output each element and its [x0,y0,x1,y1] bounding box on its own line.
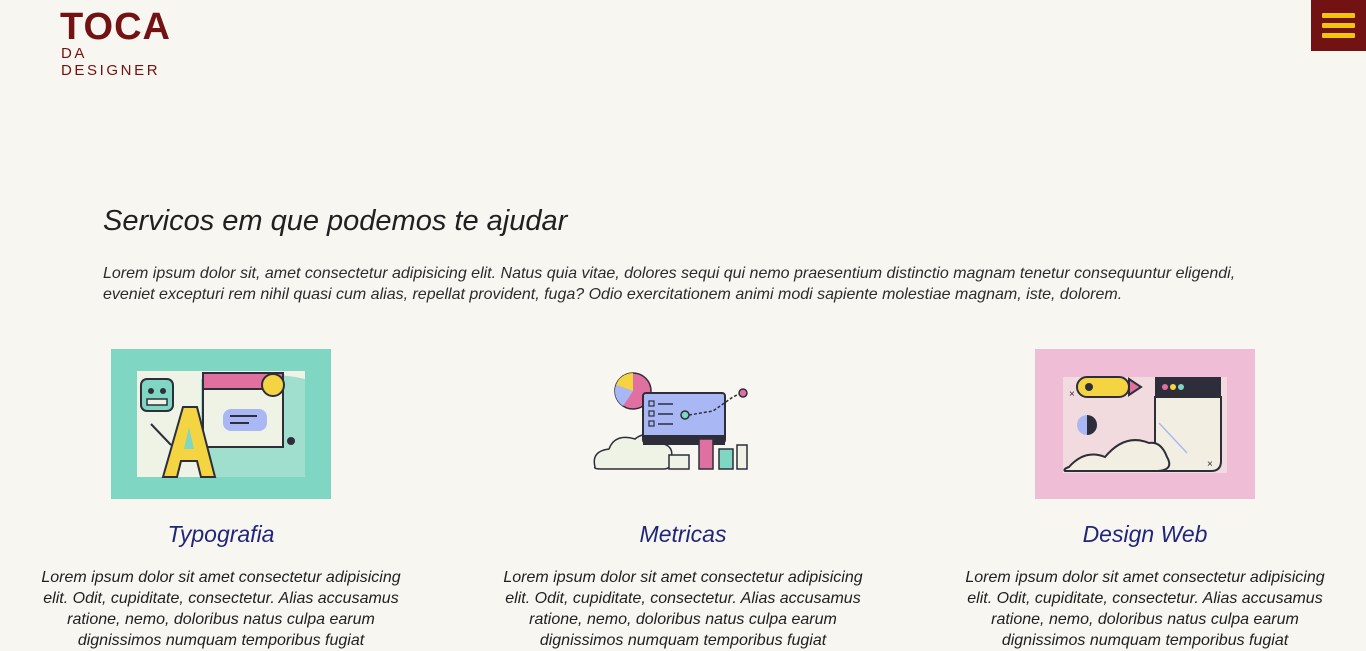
service-text: Lorem ipsum dolor sit amet consectetur a… [965,569,1325,649]
web-design-illustration: × × [1035,349,1255,499]
typography-illustration [111,349,331,499]
section-title: Servicos em que podemos te ajudar [103,205,568,237]
service-title: Metricas [639,521,727,547]
logo-subtitle: DA DESIGNER [61,45,161,79]
service-text: Lorem ipsum dolor sit amet consectetur a… [503,569,863,649]
menu-button[interactable] [1311,0,1366,51]
service-text: Lorem ipsum dolor sit amet consectetur a… [41,569,401,649]
section-intro: Lorem ipsum dolor sit, amet consectetur … [103,265,1236,303]
service-title: Typografia [167,521,275,547]
svg-text:×: × [1069,389,1075,400]
hamburger-icon [1322,13,1355,18]
svg-text:×: × [1207,459,1213,470]
service-card-web-design: × × Design Web Lorem ipsum dolor sit ame… [945,349,1345,651]
logo[interactable]: TOCA DA DESIGNER [60,6,190,79]
service-card-metrics: Metricas Lorem ipsum dolor sit amet cons… [483,349,883,651]
logo-title: TOCA [60,6,171,48]
service-title: Design Web [1082,521,1208,547]
metrics-illustration [573,349,793,499]
service-card-typography: Typografia Lorem ipsum dolor sit amet co… [21,349,421,651]
